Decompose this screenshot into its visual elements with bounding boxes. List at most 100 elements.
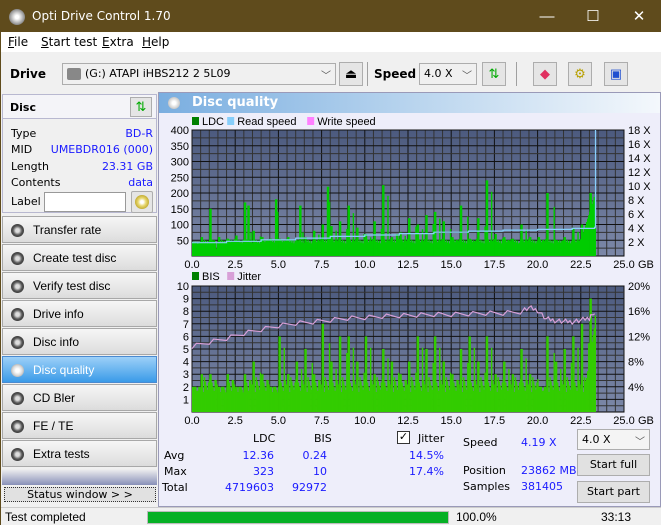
x-tick-label: 20.0 xyxy=(527,259,548,271)
x-tick-label: 20.0 xyxy=(527,415,548,427)
x-tick-label: 7.5 xyxy=(314,259,329,271)
nav-disc-quality[interactable]: Disc quality xyxy=(2,356,157,383)
toolbar-divider xyxy=(367,62,368,86)
menu-start-test[interactable]: Start test xyxy=(41,35,97,49)
x-tick-label: 17.5 xyxy=(484,259,505,271)
menu-help[interactable]: Help xyxy=(142,35,169,49)
disc-label-button[interactable] xyxy=(131,191,153,213)
disc-length-row: Length 23.31 GB xyxy=(11,160,153,173)
bis-header: BIS xyxy=(314,432,332,445)
nav-drive-info[interactable]: Drive info xyxy=(2,300,157,327)
disc-contents-row: Contents data xyxy=(11,176,153,189)
sidebar: Disc ⇅ Type BD-R MID UMEBDR016 (000) Lengt… xyxy=(1,92,158,507)
drive-icon xyxy=(67,68,81,80)
nav-cd-bler[interactable]: CD Bler xyxy=(2,384,157,411)
refresh-button[interactable]: ⇅ xyxy=(482,62,506,86)
menu-extra[interactable]: Extra xyxy=(102,35,134,49)
legend-swatch xyxy=(227,272,235,280)
start-full-button[interactable]: Start full xyxy=(577,454,650,476)
y-tick-label: 300 xyxy=(171,157,189,169)
y2-tick-label: 16 X xyxy=(628,139,651,151)
y-tick-label: 5 xyxy=(183,344,189,356)
y-tick-label: 200 xyxy=(171,188,189,200)
x-tick-label: 5.0 xyxy=(271,415,286,427)
y-tick-label: 350 xyxy=(171,141,189,153)
maximize-button[interactable]: ☐ xyxy=(570,1,616,32)
cd-bler-icon xyxy=(11,392,24,405)
title-bar: Opti Drive Control 1.70 — ☐ ✕ xyxy=(1,1,661,32)
toolbar: Drive (G:) ATAPI iHBS212 2 5L09 ﹀ ⏏ Spee… xyxy=(1,52,661,92)
y-tick-label: 3 xyxy=(183,369,189,381)
y-tick-label: 250 xyxy=(171,172,189,184)
erase-button[interactable]: ◆ xyxy=(533,62,557,86)
bis-total: 92972 xyxy=(292,481,327,494)
legend-label: Jitter xyxy=(237,271,261,283)
x-tick-label: 22.5 xyxy=(570,259,591,271)
menu-file[interactable]: File xyxy=(8,35,28,49)
y2-tick-label: 20% xyxy=(628,281,650,293)
eject-icon: ⏏ xyxy=(344,66,358,81)
create-test-disc-icon xyxy=(11,252,24,265)
jitter-checkbox[interactable]: ✓ xyxy=(397,431,410,444)
y2-tick-label: 12% xyxy=(628,331,650,343)
bis-avg: 0.24 xyxy=(302,449,328,462)
panel-header: Disc quality xyxy=(159,93,660,113)
y-tick-label: 100 xyxy=(171,220,189,232)
progress-fill xyxy=(148,512,448,523)
test-speed-select[interactable]: 4.0 X ﹀ xyxy=(577,429,650,450)
x-tick-label: 15.0 xyxy=(440,415,461,427)
eject-button[interactable]: ⏏ xyxy=(339,62,363,86)
y2-tick-label: 18 X xyxy=(628,125,651,137)
x-tick-label: 0.0 xyxy=(184,259,199,271)
nav-verify-test-disc[interactable]: Verify test disc xyxy=(2,272,157,299)
jitter-max: 17.4% xyxy=(409,465,444,478)
progress-bar xyxy=(147,511,449,524)
disc-label-input[interactable] xyxy=(44,192,126,212)
start-part-button[interactable]: Start part xyxy=(577,481,650,503)
status-text: Test completed xyxy=(5,510,86,524)
disc-refresh-button[interactable]: ⇅ xyxy=(130,97,152,117)
toolbar-divider xyxy=(516,62,517,86)
minimize-button[interactable]: — xyxy=(524,1,570,32)
speed-value: 4.19 X xyxy=(521,436,557,449)
x-axis-unit: GB xyxy=(638,415,654,427)
legend-label: BIS xyxy=(202,271,220,283)
status-bar: Test completed 100.0% 33:13 xyxy=(1,507,661,525)
close-button[interactable]: ✕ xyxy=(616,1,661,32)
save-icon: ▣ xyxy=(609,66,623,81)
speed-select[interactable]: 4.0 X ﹀ xyxy=(419,63,477,85)
y2-tick-label: 8% xyxy=(628,357,644,369)
y2-tick-label: 10 X xyxy=(628,181,651,193)
x-tick-label: 22.5 xyxy=(570,415,591,427)
window-title: Opti Drive Control 1.70 xyxy=(32,9,171,23)
settings-button[interactable]: ⚙ xyxy=(568,62,592,86)
disc-quality-icon xyxy=(11,364,24,377)
ldc-header: LDC xyxy=(253,432,276,445)
y2-tick-label: 2 X xyxy=(628,237,645,249)
drive-select[interactable]: (G:) ATAPI iHBS212 2 5L09 ﹀ xyxy=(62,63,336,85)
nav-extra-tests[interactable]: Extra tests xyxy=(2,440,157,467)
total-label: Total xyxy=(162,481,188,494)
nav-transfer-rate[interactable]: Transfer rate xyxy=(2,216,157,243)
nav-fe-te[interactable]: FE / TE xyxy=(2,412,157,439)
refresh-icon: ⇅ xyxy=(488,66,500,81)
extra-tests-icon xyxy=(11,448,24,461)
nav-create-test-disc[interactable]: Create test disc xyxy=(2,244,157,271)
x-tick-label: 15.0 xyxy=(440,259,461,271)
menu-bar: File Start test Extra Help xyxy=(1,32,661,52)
disc-quality-icon xyxy=(168,97,180,109)
nav-disc-info[interactable]: Disc info xyxy=(2,328,157,355)
save-button[interactable]: ▣ xyxy=(604,62,628,86)
legend-swatch xyxy=(227,117,235,125)
eraser-icon: ◆ xyxy=(540,66,550,81)
ldc-max: 323 xyxy=(253,465,274,478)
drive-info-icon xyxy=(11,308,24,321)
x-tick-label: 12.5 xyxy=(397,415,418,427)
status-window-button[interactable]: Status window > > xyxy=(4,487,156,502)
y-tick-label: 9 xyxy=(183,294,189,306)
x-tick-label: 25.0 xyxy=(613,415,634,427)
y-tick-label: 50 xyxy=(177,235,189,247)
app-disc-icon xyxy=(9,9,25,25)
checkmark-icon: ✓ xyxy=(398,431,409,443)
app-window: Opti Drive Control 1.70 — ☐ ✕ File Start… xyxy=(0,0,661,525)
